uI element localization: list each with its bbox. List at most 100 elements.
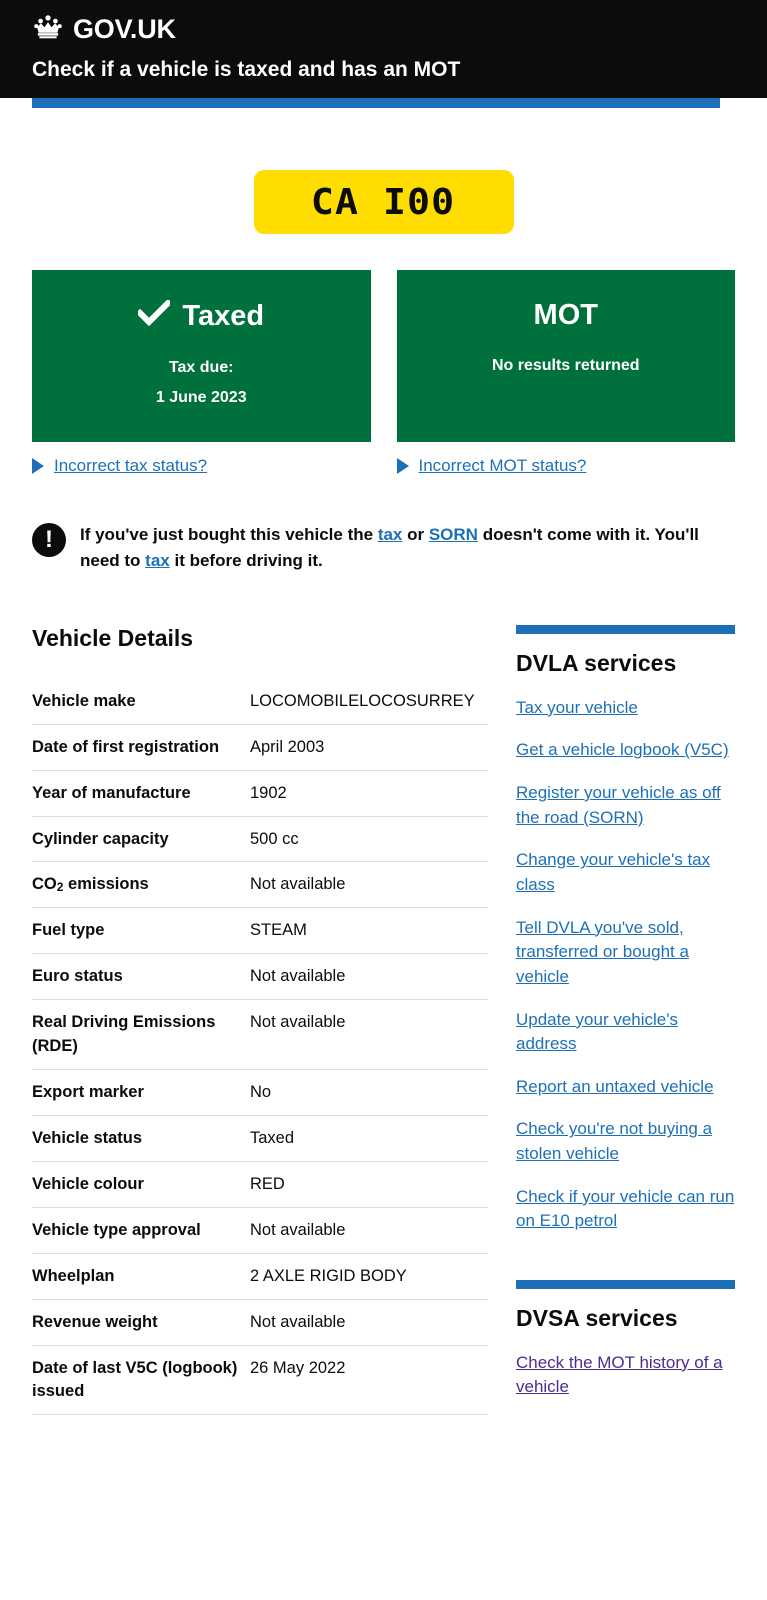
header-blue-rule <box>32 98 720 109</box>
mot-status-panel: MOT No results returned <box>396 270 735 443</box>
page-content: CA I00 Taxed Tax due: 1 June 2023 MOT No… <box>0 108 767 1448</box>
table-row: Date of first registration April 2003 <box>32 724 488 771</box>
govuk-brand[interactable]: GOV.UK <box>32 14 735 44</box>
warning-tax-link-1[interactable]: tax <box>378 525 403 544</box>
sidebar-link[interactable]: Tax your vehicle <box>516 696 735 721</box>
detail-value: RED <box>250 1174 285 1193</box>
detail-label: Vehicle type approval <box>32 1220 201 1239</box>
mot-status-label: MOT <box>533 299 598 332</box>
tax-status-title-row: Taxed <box>46 298 357 334</box>
detail-label: Vehicle colour <box>32 1174 144 1193</box>
detail-value: 1902 <box>250 783 287 802</box>
table-row: Vehicle colour RED <box>32 1161 488 1208</box>
detail-value: 2 AXLE RIGID BODY <box>250 1266 407 1285</box>
govuk-header: GOV.UK Check if a vehicle is taxed and h… <box>0 0 767 99</box>
body-grid: Vehicle Details Vehicle make LOCOMOBILELO… <box>32 625 735 1448</box>
detail-label: Real Driving Emissions (RDE) <box>32 1013 216 1056</box>
detail-label: Fuel type <box>32 921 105 940</box>
dvsa-blue-rule <box>516 1279 735 1289</box>
registration-number: CA I00 <box>311 181 456 223</box>
warning-text: If you've just bought this vehicle the t… <box>80 522 735 573</box>
detail-label: Euro status <box>32 967 123 986</box>
tax-status-panel: Taxed Tax due: 1 June 2023 <box>32 270 371 443</box>
table-row: Cylinder capacity 500 cc <box>32 816 488 862</box>
vehicle-details-table-body: Vehicle make LOCOMOBILELOCOSURREY Date of … <box>32 679 488 1415</box>
govuk-brand-text: GOV.UK <box>73 13 176 44</box>
sidebar-link[interactable]: Change your vehicle's tax class <box>516 848 735 897</box>
dvla-blue-rule <box>516 625 735 635</box>
detail-label: Export marker <box>32 1083 144 1102</box>
detail-label: Cylinder capacity <box>32 829 169 848</box>
sidebar-link[interactable]: Get a vehicle logbook (V5C) <box>516 738 735 763</box>
sidebar-link[interactable]: Check you're not buying a stolen vehicle <box>516 1117 735 1166</box>
detail-value: Not available <box>250 1312 346 1331</box>
table-row: Year of manufacture 1902 <box>32 770 488 816</box>
tax-status-label: Taxed <box>182 300 265 333</box>
sidebar-link[interactable]: Tell DVLA you've sold, transferred or bo… <box>516 916 735 990</box>
table-row: Euro status Not available <box>32 954 488 1000</box>
table-row: Export marker No <box>32 1070 488 1116</box>
warning-block: ! If you've just bought this vehicle the… <box>32 522 735 573</box>
detail-value: 500 cc <box>250 829 299 848</box>
sidebar-link[interactable]: Report an untaxed vehicle <box>516 1075 735 1100</box>
sidebar-link[interactable]: Check if your vehicle can run on E10 pet… <box>516 1185 735 1234</box>
mot-status-title-row: MOT <box>411 299 722 332</box>
header-rule-container <box>0 98 767 109</box>
mot-status-result: No results returned <box>491 357 640 375</box>
detail-value: April 2003 <box>250 737 325 756</box>
dvsa-services-links: Check the MOT history of a vehicle <box>516 1351 735 1400</box>
sidebar-link[interactable]: Check the MOT history of a vehicle <box>516 1351 735 1400</box>
detail-value: Not available <box>250 875 346 894</box>
detail-value: Not available <box>250 967 346 986</box>
detail-value: LOCOMOBILELOCOSURREY <box>250 691 475 710</box>
table-row: Real Driving Emissions (RDE) Not availabl… <box>32 1000 488 1070</box>
tax-due-date: 1 June 2023 <box>155 389 247 407</box>
table-row: Date of last V5C (logbook) issued 26 May … <box>32 1345 488 1415</box>
related-services-sidebar: DVLA services Tax your vehicle Get a vehi… <box>516 625 735 1418</box>
warning-text-part-1: If you've just bought this vehicle the <box>80 525 378 545</box>
dvla-services-links: Tax your vehicle Get a vehicle logbook (V… <box>516 696 735 1234</box>
crown-icon <box>32 14 64 44</box>
table-row: CO2 emissions Not available <box>32 862 488 908</box>
number-plate: CA I00 <box>253 170 514 235</box>
detail-label: Vehicle make <box>32 691 136 710</box>
table-row: Wheelplan 2 AXLE RIGID BODY <box>32 1253 488 1300</box>
detail-label: Year of manufacture <box>32 783 191 802</box>
detail-label: Wheelplan <box>32 1266 115 1285</box>
warning-exclamation-icon: ! <box>32 523 66 558</box>
detail-label: Date of last V5C (logbook) issued <box>32 1358 238 1401</box>
incorrect-tax-status-details[interactable]: Incorrect tax status? <box>32 456 371 476</box>
dvsa-services-block: DVSA services Check the MOT history of a… <box>516 1279 735 1400</box>
warning-text-part-4: it before driving it. <box>169 550 323 570</box>
tax-due-label: Tax due: <box>168 359 234 377</box>
table-row: Vehicle make LOCOMOBILELOCOSURREY <box>32 679 488 725</box>
detail-label: Revenue weight <box>32 1312 158 1331</box>
detail-value: Not available <box>250 1013 346 1032</box>
incorrect-status-row: Incorrect tax status? Incorrect MOT stat… <box>32 456 735 476</box>
dvla-services-heading: DVLA services <box>516 650 677 677</box>
service-name: Check if a vehicle is taxed and has an M… <box>32 58 461 81</box>
incorrect-mot-status-link[interactable]: Incorrect MOT status? <box>419 456 587 476</box>
number-plate-container: CA I00 <box>32 108 735 235</box>
detail-label: Vehicle status <box>32 1128 143 1147</box>
detail-value: 26 May 2022 <box>250 1358 346 1377</box>
detail-value: STEAM <box>250 921 307 940</box>
vehicle-details-section: Vehicle Details Vehicle make LOCOMOBILELO… <box>32 625 488 1418</box>
incorrect-tax-status-link[interactable]: Incorrect tax status? <box>54 456 207 476</box>
vehicle-details-heading: Vehicle Details <box>32 625 194 652</box>
disclosure-arrow-icon <box>32 458 44 475</box>
dvla-services-block: DVLA services Tax your vehicle Get a vehi… <box>516 625 735 1234</box>
warning-tax-link-2[interactable]: tax <box>145 551 170 570</box>
sidebar-link[interactable]: Update your vehicle's address <box>516 1008 735 1057</box>
table-row: Vehicle status Taxed <box>32 1115 488 1162</box>
sidebar-link[interactable]: Register your vehicle as off the road (S… <box>516 781 735 830</box>
table-row: Vehicle type approval Not available <box>32 1207 488 1254</box>
tick-icon <box>136 298 173 334</box>
detail-label: CO2 emissions <box>32 875 149 895</box>
table-row: Fuel type STEAM <box>32 908 488 954</box>
detail-value: Not available <box>250 1220 346 1239</box>
vehicle-details-table: Vehicle make LOCOMOBILELOCOSURREY Date of … <box>32 679 488 1416</box>
incorrect-mot-status-details[interactable]: Incorrect MOT status? <box>396 456 736 476</box>
warning-sorn-link[interactable]: SORN <box>429 525 478 544</box>
disclosure-arrow-icon <box>396 458 409 475</box>
